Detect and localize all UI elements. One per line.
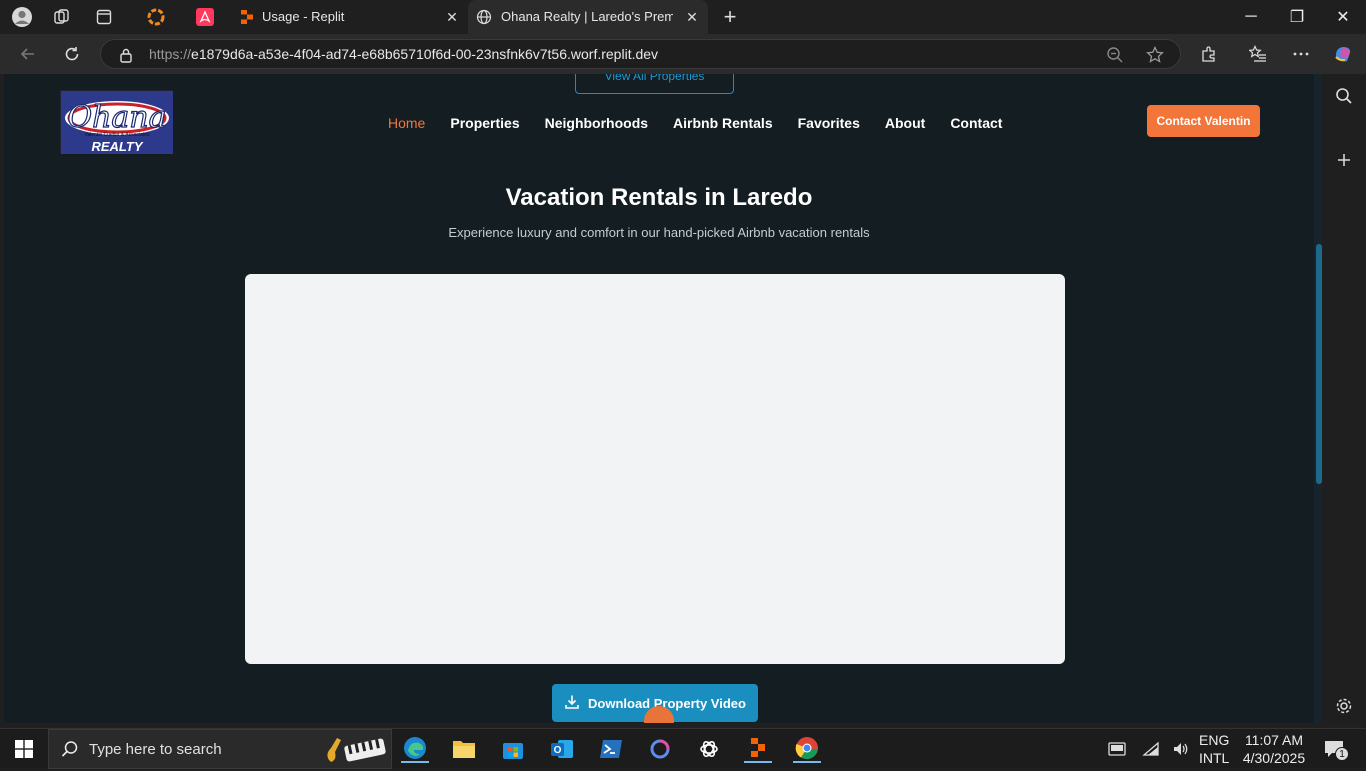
clock-date: 4/30/2025 [1242,750,1306,766]
tab-actions-icon[interactable] [92,5,116,29]
extensions-icon[interactable] [1195,40,1223,68]
contact-valentin-button[interactable]: Contact Valentin [1147,105,1260,137]
profile-avatar-icon[interactable] [10,5,34,29]
close-window-button[interactable]: ✕ [1320,0,1366,34]
search-icon [61,740,79,763]
main-nav: Home Properties Neighborhoods Airbnb Ren… [388,115,1002,131]
search-highlight-icon [323,734,389,771]
close-tab-icon[interactable]: ✕ [444,9,460,25]
svg-text:Valentin Cuellar & Associates: Valentin Cuellar & Associates [85,132,150,138]
minimize-button[interactable]: ─ [1228,0,1274,34]
page-viewport: View All Properties Ohana Valentin Cuell… [4,74,1322,723]
search-placeholder: Type here to search [89,741,222,758]
screen-icon[interactable] [1103,735,1131,763]
restore-button[interactable]: ❐ [1274,0,1320,34]
airbnb-tab-icon[interactable] [193,5,217,29]
address-bar[interactable]: https://e1879d6a-a53e-4f04-ad74-e68b6571… [100,39,1181,69]
notification-badge: 1 [1335,747,1349,761]
pinned-tab-icon[interactable] [144,5,168,29]
svg-text:REALTY: REALTY [91,139,143,154]
page-subtitle: Experience luxury and comfort in our han… [448,225,870,240]
ohana-realty-logo[interactable]: Ohana Valentin Cuellar & Associates REAL… [60,90,173,154]
chrome-icon[interactable] [793,735,821,763]
microsoft-store-icon[interactable] [499,735,527,763]
address-toolbar: https://e1879d6a-a53e-4f04-ad74-e68b6571… [0,34,1366,74]
nav-properties[interactable]: Properties [450,115,519,131]
more-menu-icon[interactable] [1287,40,1315,68]
close-tab-icon[interactable]: ✕ [684,9,700,25]
search-icon[interactable] [1332,84,1356,108]
url-host: e1879d6a-a53e-4f04-ad74-e68b65710f6d-00-… [191,46,659,62]
url-scheme: https:// [149,46,192,62]
back-arrow-icon[interactable] [14,40,42,68]
powershell-icon[interactable] [597,735,625,763]
file-explorer-icon[interactable] [450,735,478,763]
clock-time: 11:07 AM [1244,732,1304,748]
keyboard-layout: INTL [1199,750,1230,766]
chatgpt-icon[interactable] [695,735,723,763]
language-indicator[interactable]: ENG INTL [1199,731,1229,767]
copilot-app-icon[interactable] [646,735,674,763]
favorite-star-icon[interactable] [1146,45,1164,69]
tab-title: Ohana Realty | Laredo's Premier R [501,9,673,24]
replit-icon [240,10,254,27]
taskbar-search-box[interactable]: Type here to search [48,729,392,769]
edge-sidebar [1322,74,1366,723]
windows-taskbar: Type here to search O ENG INTL 11:07 AM … [0,728,1366,769]
video-player[interactable] [245,274,1065,664]
edge-browser-icon[interactable] [401,735,429,763]
nav-airbnb-rentals[interactable]: Airbnb Rentals [673,115,773,131]
notification-center-icon[interactable]: 1 [1320,735,1349,763]
svg-text:Ohana: Ohana [67,100,166,135]
url-text: https://e1879d6a-a53e-4f04-ad74-e68b6571… [149,46,658,62]
language-code: ENG [1199,732,1230,748]
new-tab-button[interactable]: + [718,4,742,29]
site-header: Ohana Valentin Cuellar & Associates REAL… [29,88,1319,154]
lock-icon[interactable] [119,47,133,68]
zoom-out-icon[interactable] [1106,46,1124,69]
copilot-icon[interactable] [1329,40,1357,68]
nav-contact[interactable]: Contact [950,115,1002,131]
workspaces-icon[interactable] [50,5,74,29]
gear-icon[interactable] [1332,694,1356,718]
replit-app-icon[interactable] [744,735,772,763]
refresh-icon[interactable] [58,40,86,68]
add-sidebar-app-icon[interactable] [1332,148,1356,172]
nav-favorites[interactable]: Favorites [798,115,860,131]
page-scrollbar[interactable] [1314,74,1322,723]
nav-neighborhoods[interactable]: Neighborhoods [545,115,648,131]
network-icon[interactable] [1137,735,1165,763]
outlook-icon[interactable]: O [548,735,576,763]
globe-icon [476,9,492,28]
tab-usage-replit[interactable]: Usage - Replit ✕ [232,0,468,34]
volume-icon[interactable] [1167,735,1195,763]
nav-home[interactable]: Home [388,115,425,131]
clock[interactable]: 11:07 AM 4/30/2025 [1242,731,1306,767]
favorites-list-icon[interactable] [1244,40,1272,68]
svg-text:O: O [554,745,562,756]
browser-tab-bar: Usage - Replit ✕ Ohana Realty | Laredo's… [0,0,1366,34]
download-icon [564,694,580,713]
page-title: Vacation Rentals in Laredo [505,184,813,211]
windows-start-icon[interactable] [10,735,38,763]
tab-title: Usage - Replit [262,9,345,24]
tab-ohana-realty[interactable]: Ohana Realty | Laredo's Premier R ✕ [468,0,708,34]
nav-about[interactable]: About [885,115,925,131]
